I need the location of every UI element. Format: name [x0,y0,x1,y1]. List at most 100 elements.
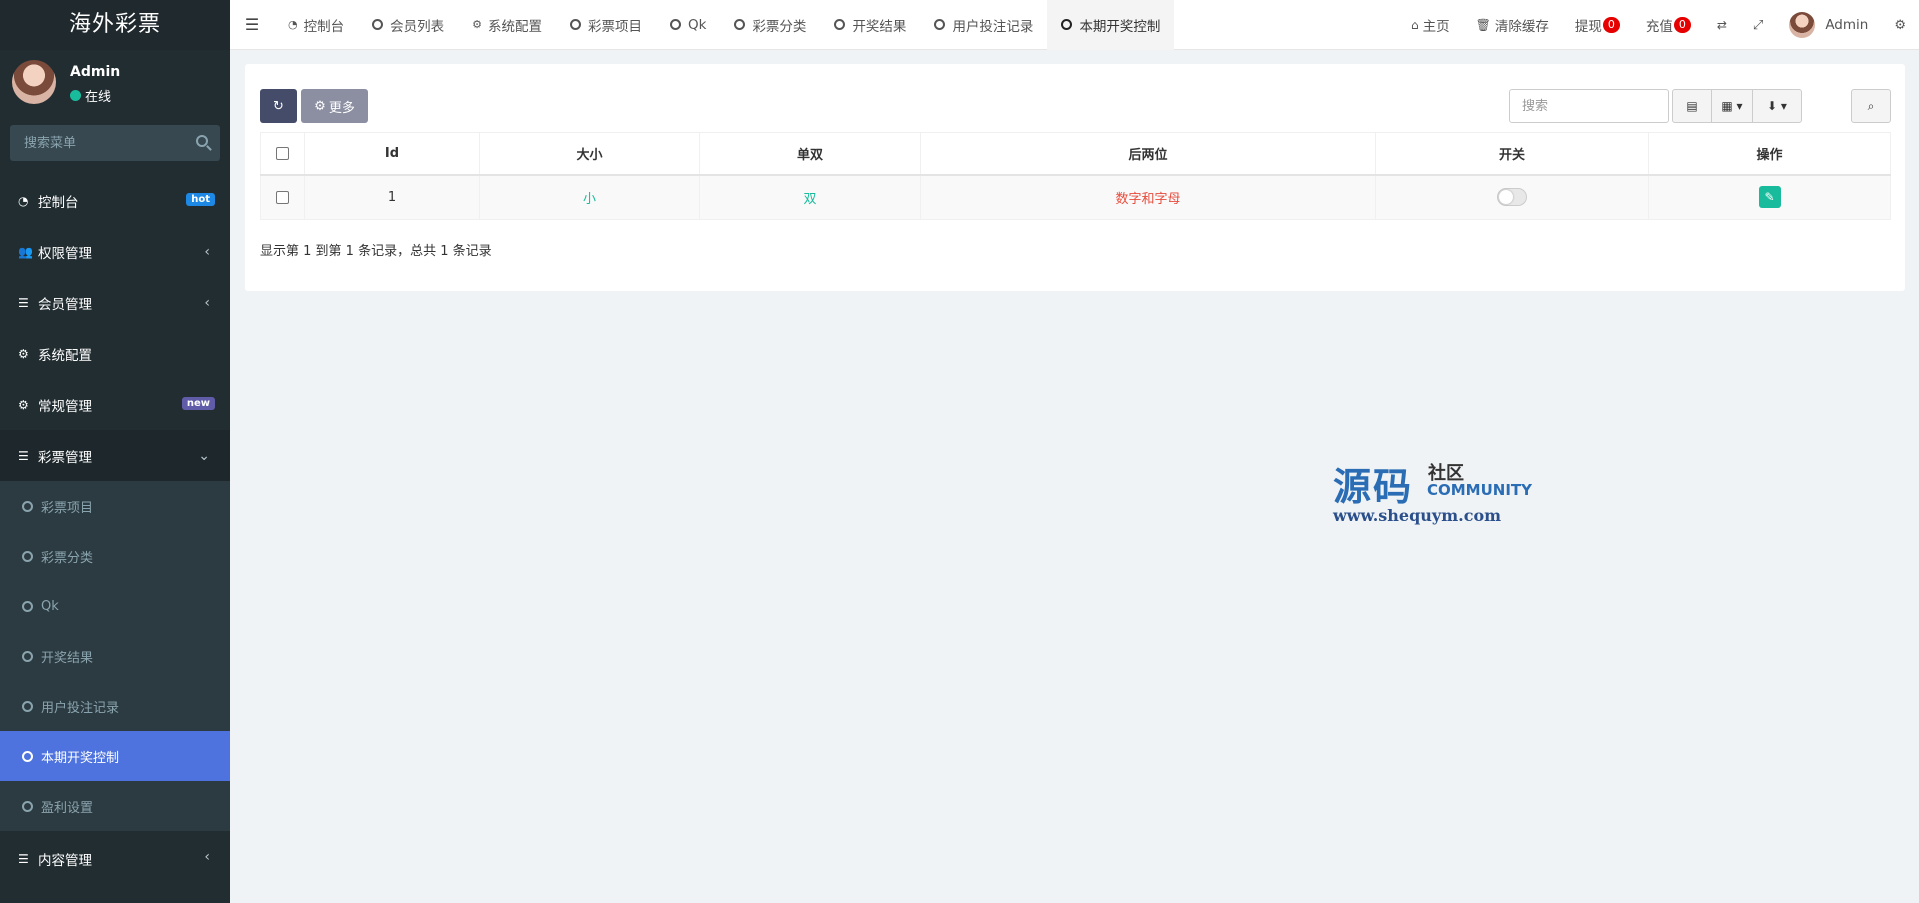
cell-last-two[interactable]: 数字和字母 [920,174,1376,220]
sidebar-item-general[interactable]: ⚙ 常规管理 new [0,379,230,430]
sidebar-search-input[interactable] [10,125,220,161]
sidebar-item-members[interactable]: ☰ 会员管理 ‹ [0,277,230,328]
circle-icon [22,750,33,762]
table-row[interactable]: 1 小 双 数字和字母 ✎ [260,174,1891,220]
clear-cache-button[interactable]: 🗑 清除缓存 [1463,0,1562,50]
export-icon: ⬇ ▾ [1767,99,1787,113]
pagination-info: 显示第 1 到第 1 条记录，总共 1 条记录 [260,244,492,259]
tab-label: 彩票分类 [752,18,807,35]
sidebar-subitem-label: 彩票项目 [41,500,94,516]
sidebar-subitem-lottery-category[interactable]: 彩票分类 [0,531,230,581]
circle-icon [734,19,746,30]
column-header-actions: 操作 [1648,132,1891,176]
home-icon: ⌂ [1410,18,1419,32]
sidebar-item-lottery[interactable]: ☰ 彩票管理 ⌄ [0,430,230,481]
columns-button[interactable]: ▦ ▾ [1711,89,1753,123]
user-menu-label: Admin [1825,17,1869,33]
app-logo[interactable]: 海外彩票 [0,0,230,50]
avatar [12,60,56,104]
sidebar-subitem-label: 本期开奖控制 [41,750,120,766]
tab-member-list[interactable]: 会员列表 [358,0,458,50]
sidebar-subitem-bet-records[interactable]: 用户投注记录 [0,681,230,731]
column-header-last-two[interactable]: 后两位 [920,132,1376,176]
sidebar-subitem-draw-control[interactable]: 本期开奖控制 [0,731,230,781]
watermark-main: 源码 [1333,464,1414,509]
settings-button[interactable]: ⚙ [1881,0,1919,50]
sidebar-subitem-qk[interactable]: Qk [0,581,230,631]
toggle-view-button[interactable]: ▤ [1672,89,1712,123]
circle-icon [372,19,384,30]
watermark-logo: 源码 社区 COMMUNITY www.shequym.com [1333,456,1533,526]
tab-results[interactable]: 开奖结果 [820,0,920,50]
circle-icon [22,550,33,562]
sidebar-item-dashboard[interactable]: ◔ 控制台 hot [0,175,230,226]
sidebar-item-label: 常规管理 [38,398,92,415]
menu-toggle-icon[interactable]: ☰ [230,0,274,50]
cell-parity[interactable]: 双 [699,174,921,220]
more-button[interactable]: ⚙ 更多 [301,89,368,123]
select-all-checkbox[interactable] [276,146,289,160]
sidebar-item-label: 系统配置 [38,347,92,364]
table-search-input[interactable] [1510,90,1668,122]
tab-system-config[interactable]: ⚙ 系统配置 [458,0,556,50]
search-icon: ⌕ [1867,98,1875,113]
user-status: 在线 [70,86,111,105]
gear-icon: ⚙ [18,346,29,361]
circle-icon [22,650,33,662]
language-button[interactable]: ⇄ [1704,0,1740,50]
dashboard-icon: ◔ [288,18,298,31]
sidebar-item-label: 彩票管理 [38,449,92,466]
chevron-left-icon: ‹ [204,849,210,865]
withdraw-link[interactable]: 提现 0 [1562,0,1633,50]
recharge-link[interactable]: 充值 0 [1633,0,1704,50]
withdraw-label: 提现 [1574,19,1602,35]
column-header-parity[interactable]: 单双 [699,132,921,176]
search-icon[interactable] [196,135,208,147]
tab-draw-control[interactable]: 本期开奖控制 [1047,0,1175,50]
home-label: 主页 [1422,19,1450,35]
sidebar-subitem-label: 开奖结果 [41,650,94,666]
user-panel: Admin 在线 [0,50,230,120]
tab-lottery-category[interactable]: 彩票分类 [720,0,820,50]
gears-icon: ⚙ [18,397,29,412]
sidebar-subitem-profit-settings[interactable]: 盈利设置 [0,781,230,831]
tab-bet-records[interactable]: 用户投注记录 [920,0,1047,50]
edit-button[interactable]: ✎ [1758,186,1781,209]
refresh-button[interactable]: ↻ [260,89,297,123]
column-header-id[interactable]: Id [304,132,480,176]
switch-toggle[interactable] [1497,188,1527,207]
pencil-icon: ✎ [1764,190,1775,205]
hot-badge: hot [186,193,215,206]
gear-icon: ⚙ [472,18,482,31]
select-all-cell [260,132,305,176]
columns-icon: ▦ ▾ [1721,99,1743,113]
column-header-size[interactable]: 大小 [479,132,700,176]
user-menu[interactable]: Admin [1776,0,1881,50]
tab-dashboard[interactable]: ◔ 控制台 [274,0,358,50]
sidebar-item-permissions[interactable]: 👥 权限管理 ‹ [0,226,230,277]
gears-icon: ⚙ [1894,17,1906,33]
sidebar-subitem-label: 盈利设置 [41,800,94,816]
withdraw-count-badge: 0 [1602,17,1620,33]
translate-icon: ⇄ [1716,18,1727,32]
sidebar-subitem-lottery-items[interactable]: 彩票项目 [0,481,230,531]
row-checkbox[interactable] [276,190,289,204]
sidebar-item-content[interactable]: ☰ 内容管理 ‹ [0,831,230,887]
sidebar-subitem-results[interactable]: 开奖结果 [0,631,230,681]
home-link[interactable]: ⌂ 主页 [1398,0,1463,50]
chevron-left-icon: ‹ [204,244,210,260]
cell-size[interactable]: 小 [479,174,700,220]
tab-qk[interactable]: Qk [656,0,720,50]
tab-lottery-items[interactable]: 彩票项目 [556,0,656,50]
recharge-label: 充值 [1645,19,1673,35]
sidebar: 海外彩票 Admin 在线 ◔ 控制台 hot 👥 权限管理 ‹ ☰ 会员管理 … [0,0,230,903]
more-label: 更多 [328,100,355,116]
circle-icon [569,19,581,30]
advanced-search-button[interactable]: ⌕ [1851,89,1891,123]
sidebar-item-system-config[interactable]: ⚙ 系统配置 [0,328,230,379]
sidebar-menu: ◔ 控制台 hot 👥 权限管理 ‹ ☰ 会员管理 ‹ ⚙ 系统配置 ⚙ 常规管… [0,175,230,887]
fullscreen-button[interactable]: ⤢ [1740,0,1776,50]
tab-label: Qk [687,16,707,33]
column-header-switch[interactable]: 开关 [1375,132,1649,176]
export-button[interactable]: ⬇ ▾ [1752,89,1802,123]
